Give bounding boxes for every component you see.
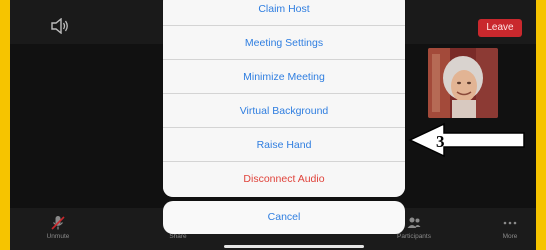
menu-item-meeting-settings[interactable]: Meeting Settings xyxy=(163,26,405,60)
cancel-button[interactable]: Cancel xyxy=(163,201,405,234)
toolbar-label-share: Share xyxy=(169,233,187,240)
participant-avatar xyxy=(428,48,498,118)
home-indicator xyxy=(224,245,364,248)
annotation-number: 3 xyxy=(436,132,445,151)
more-icon xyxy=(503,221,517,225)
menu-item-virtual-background[interactable]: Virtual Background xyxy=(163,94,405,128)
screenshot-frame: Leave Unmute Share Participants More Cla… xyxy=(0,0,546,250)
toolbar-label-more: More xyxy=(502,233,518,240)
menu-item-disconnect-audio[interactable]: Disconnect Audio xyxy=(163,162,405,196)
toolbar-label-participants: Participants xyxy=(397,233,431,240)
muted-mic-icon xyxy=(51,216,65,230)
annotation-arrow-icon: 3 xyxy=(408,122,525,158)
toolbar-label-unmute: Unmute xyxy=(46,233,70,240)
toolbar-item-more[interactable]: More xyxy=(480,215,536,240)
more-options-menu: Claim Host Meeting Settings Minimize Mee… xyxy=(163,0,405,197)
leave-button[interactable]: Leave xyxy=(478,19,522,37)
participant-video-thumbnail[interactable] xyxy=(428,48,498,118)
toolbar-item-unmute[interactable]: Unmute xyxy=(28,215,88,240)
speaker-icon[interactable] xyxy=(50,18,70,34)
menu-item-raise-hand[interactable]: Raise Hand xyxy=(163,128,405,162)
menu-item-claim-host[interactable]: Claim Host xyxy=(163,0,405,26)
menu-item-minimize-meeting[interactable]: Minimize Meeting xyxy=(163,60,405,94)
participants-icon xyxy=(407,217,421,228)
